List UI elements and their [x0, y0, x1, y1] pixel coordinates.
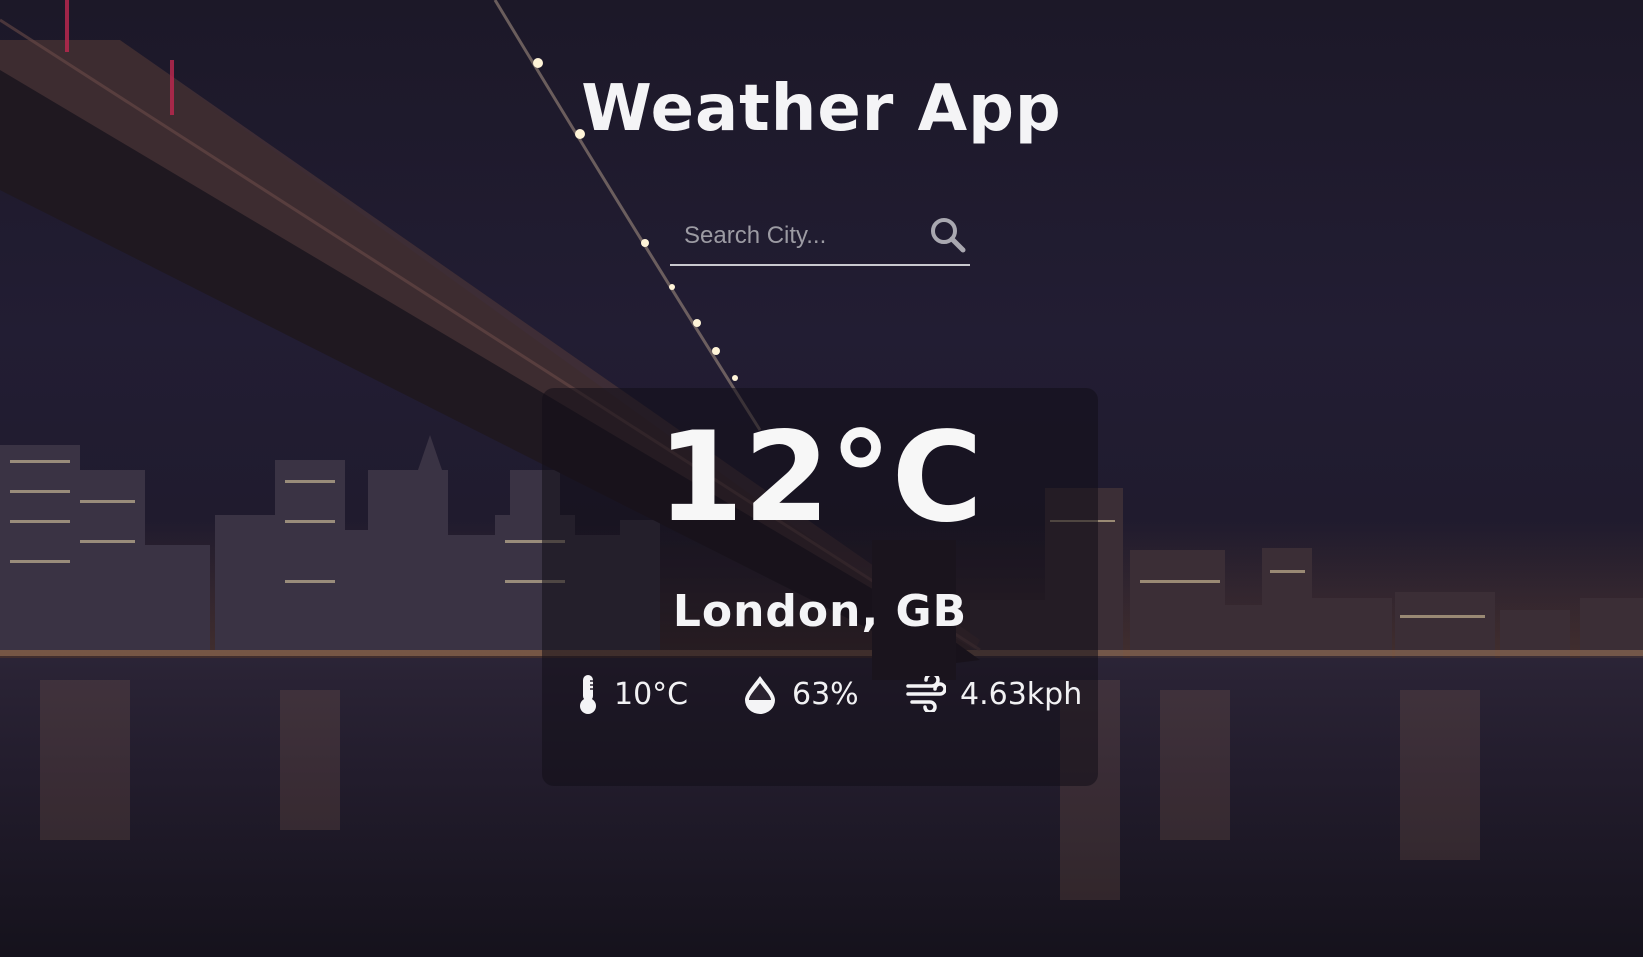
water-drop-icon	[745, 676, 775, 714]
city-name: London, GB	[672, 586, 968, 637]
humidity-value: 63%	[792, 676, 859, 712]
wind-icon	[906, 676, 946, 712]
city-search-bar	[670, 208, 970, 266]
weather-card: 12°C London, GB 10°C 63% 4.63kph	[542, 388, 1098, 786]
city-search-input[interactable]	[682, 218, 916, 254]
wind-stat: 4.63kph	[906, 672, 1082, 716]
humidity-stat: 63%	[742, 672, 859, 716]
search-icon	[931, 218, 966, 253]
current-temperature: 12°C	[657, 406, 983, 550]
weather-app-page: Weather App 12°C London, GB 10°C	[0, 0, 1643, 957]
feels-like-value: 10°C	[614, 676, 689, 712]
thermometer-icon	[580, 675, 596, 714]
search-button[interactable]	[926, 214, 970, 256]
feels-like-stat: 10°C	[576, 672, 688, 716]
app-title: Weather App	[581, 72, 1062, 146]
wind-speed-value: 4.63kph	[960, 676, 1083, 712]
